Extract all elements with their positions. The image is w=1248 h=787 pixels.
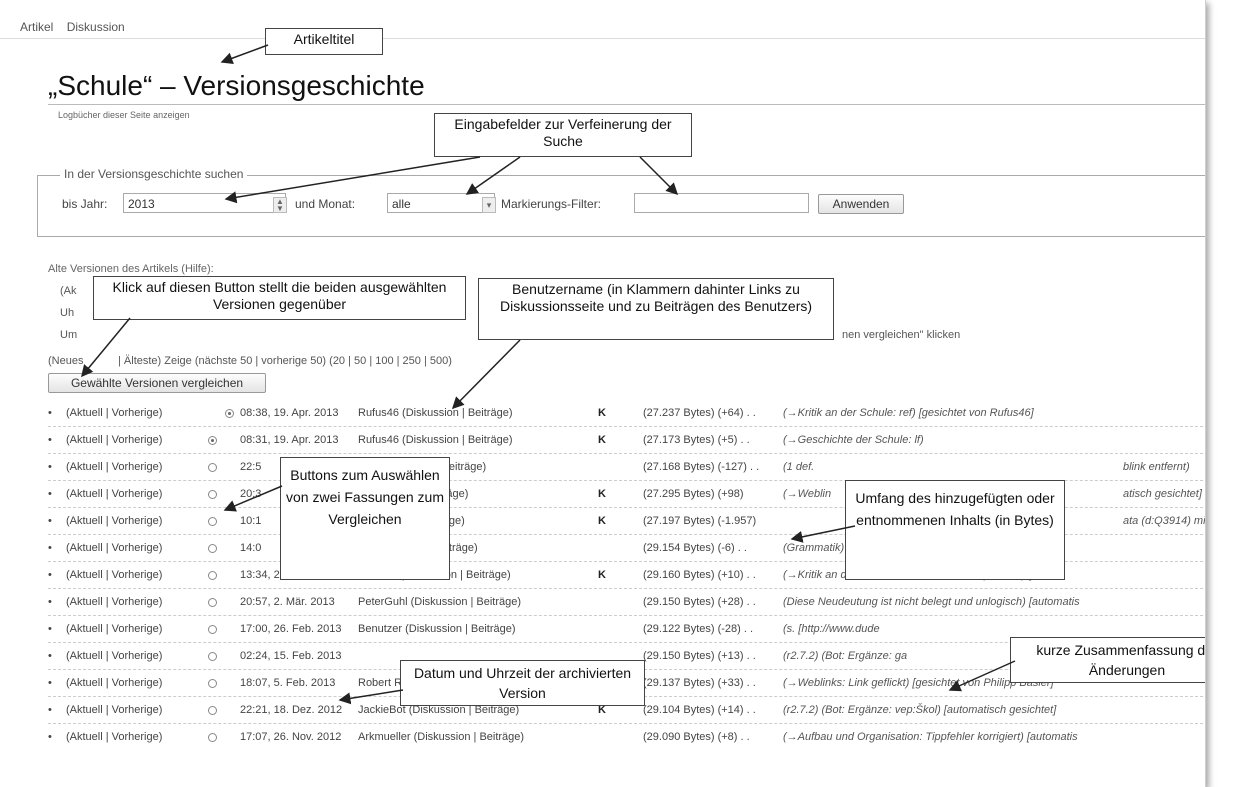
arrow-username — [451, 339, 521, 410]
screenshot-frame: Artikel Diskussion „Schule“ – Versionsge… — [0, 0, 1206, 787]
arrow-summary — [948, 660, 1016, 692]
arrow-radio — [223, 485, 283, 512]
arrow-compare — [81, 317, 131, 378]
arrow-filter — [639, 156, 679, 196]
arrow-month — [465, 156, 521, 195]
arrow-title — [220, 44, 269, 64]
arrow-year — [224, 156, 481, 204]
annotation-arrows — [81, 44, 1016, 705]
arrow-datetime — [338, 689, 404, 705]
arrow-size — [790, 525, 856, 543]
